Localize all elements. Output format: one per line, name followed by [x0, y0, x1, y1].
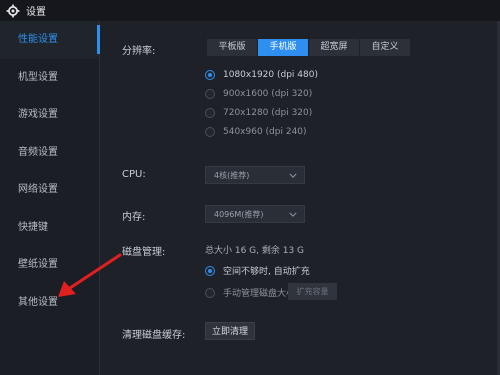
sidebar-item-other[interactable]: 其他设置 — [0, 284, 99, 322]
resolution-option[interactable]: 1080x1920 (dpi 480) — [205, 70, 318, 80]
resolution-option[interactable]: 720x1280 (dpi 320) — [205, 108, 312, 118]
radio-selected[interactable] — [205, 70, 215, 80]
resolution-option[interactable]: 900x1600 (dpi 320) — [205, 89, 312, 99]
memory-label: 内存: — [122, 212, 146, 223]
memory-select-value: 4096M(推荐) — [214, 209, 264, 219]
sidebar: 性能设置 机型设置 游戏设置 音频设置 网络设置 快捷键 壁纸设置 其他设置 — [0, 21, 100, 375]
disk-manual-option[interactable]: 手动管理磁盘大小 — [205, 286, 295, 299]
radio-selected[interactable] — [205, 265, 215, 276]
radio-unselected[interactable] — [205, 89, 215, 99]
tab-custom[interactable]: 自定义 — [360, 39, 410, 56]
radio-unselected[interactable] — [205, 127, 215, 137]
resolution-mode-tabs: 平板版 手机版 超宽屏 自定义 — [207, 39, 411, 56]
tab-ultrawide[interactable]: 超宽屏 — [309, 39, 359, 56]
resolution-option[interactable]: 540x960 (dpi 240) — [205, 127, 307, 137]
chevron-down-icon — [289, 212, 297, 217]
memory-select[interactable]: 4096M(推荐) — [205, 205, 305, 223]
disk-auto-option[interactable]: 空间不够时, 自动扩充 — [205, 264, 310, 277]
sidebar-item-device-model[interactable]: 机型设置 — [0, 59, 99, 97]
disk-summary: 总大小 16 G, 剩余 13 G — [205, 246, 305, 256]
expand-capacity-button: 扩充容量 — [288, 283, 337, 300]
sidebar-item-game[interactable]: 游戏设置 — [0, 96, 99, 134]
sidebar-item-performance[interactable]: 性能设置 — [0, 21, 100, 59]
sidebar-item-audio[interactable]: 音频设置 — [0, 134, 99, 172]
resolution-option-label: 900x1600 (dpi 320) — [223, 89, 313, 99]
chevron-down-icon — [289, 173, 297, 178]
disk-label: 磁盘管理: — [122, 247, 166, 258]
disk-auto-label: 空间不够时, 自动扩充 — [223, 267, 310, 277]
cpu-label: CPU: — [122, 169, 146, 180]
resolution-option-label: 540x960 (dpi 240) — [223, 127, 307, 137]
title-bar: 设置 — [0, 0, 500, 21]
radio-unselected[interactable] — [205, 287, 215, 298]
resolution-option-label: 720x1280 (dpi 320) — [223, 108, 313, 118]
sidebar-item-shortcuts[interactable]: 快捷键 — [0, 209, 99, 247]
sidebar-item-wallpaper[interactable]: 壁纸设置 — [0, 246, 99, 284]
resolution-label: 分辨率: — [122, 46, 156, 57]
cpu-select-value: 4核(推荐) — [214, 170, 250, 180]
clear-cache-button[interactable]: 立即清理 — [205, 322, 255, 340]
tab-phone[interactable]: 手机版 — [258, 39, 308, 56]
disk-manual-label: 手动管理磁盘大小 — [223, 289, 296, 299]
gear-icon — [6, 4, 20, 17]
cpu-select[interactable]: 4核(推荐) — [205, 166, 305, 184]
settings-panel: 分辨率: 平板版 手机版 超宽屏 自定义 1080x1920 (dpi 480)… — [100, 21, 497, 375]
clear-cache-label: 清理磁盘缓存: — [122, 330, 186, 341]
window-title: 设置 — [26, 7, 46, 18]
resolution-option-label: 1080x1920 (dpi 480) — [223, 70, 318, 80]
tab-tablet[interactable]: 平板版 — [207, 39, 257, 56]
radio-unselected[interactable] — [205, 108, 215, 118]
sidebar-item-network[interactable]: 网络设置 — [0, 171, 99, 209]
